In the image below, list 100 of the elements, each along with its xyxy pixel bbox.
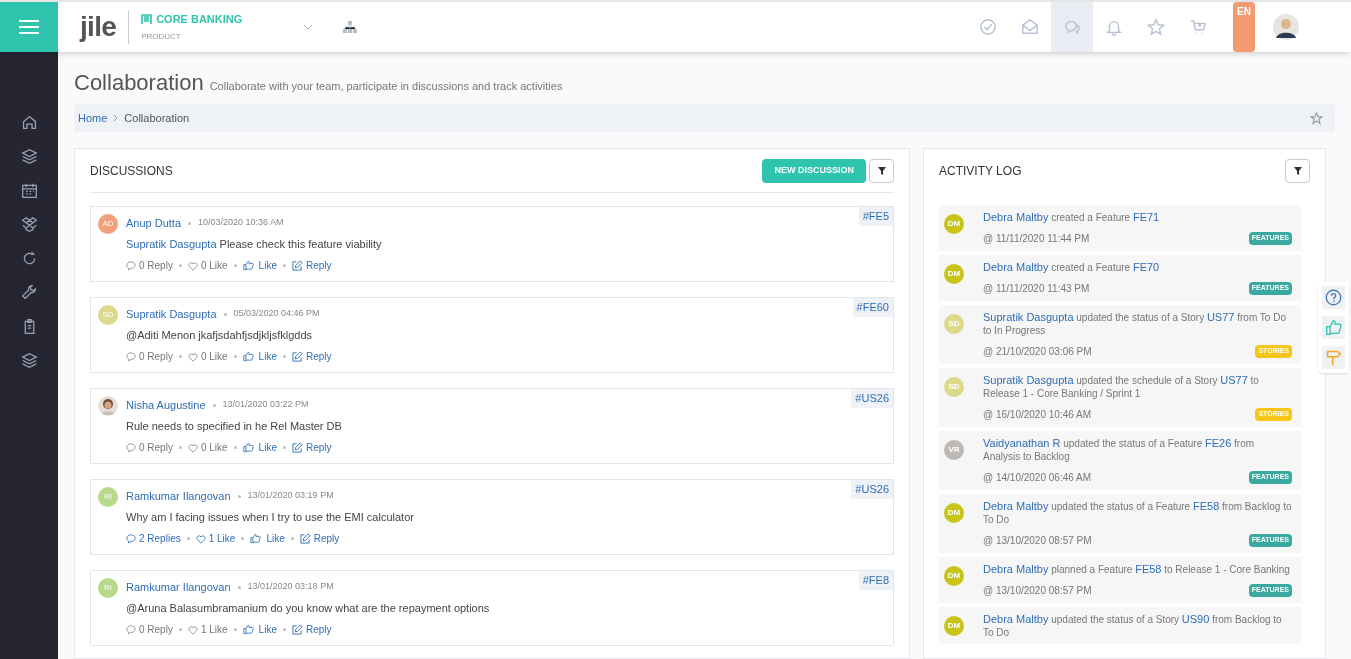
- filter-button[interactable]: [1285, 159, 1310, 183]
- replies-count[interactable]: 0 Reply: [126, 258, 173, 273]
- activity-text: Debra Maltby created a Feature FE70: [983, 261, 1161, 274]
- user-link[interactable]: Vaidyanathan R: [983, 437, 1061, 449]
- wrench-icon: [20, 283, 38, 301]
- avatar: DM: [944, 616, 964, 636]
- like-link[interactable]: Like: [242, 349, 277, 364]
- speech-bubble-icon: [126, 624, 136, 635]
- user-link[interactable]: Debra Maltby: [983, 563, 1049, 575]
- user-link[interactable]: Debra Maltby: [983, 211, 1049, 223]
- breadcrumb-current: Collaboration: [124, 110, 190, 126]
- timestamp: @ 16/10/2020 10:46 AM: [983, 408, 1091, 422]
- help-button[interactable]: [1322, 286, 1345, 309]
- message-text: @Aditi Menon jkafjsdahfjsdjkljsfklgdds: [126, 328, 314, 343]
- likes-count[interactable]: 0 Like: [187, 258, 228, 273]
- item-link[interactable]: US90: [1181, 613, 1210, 625]
- message-text: Rule needs to specified in he Rel Master DB: [126, 419, 342, 434]
- user-link[interactable]: Debra Maltby: [983, 613, 1049, 625]
- avatar: DM: [944, 566, 964, 586]
- item-link[interactable]: US77: [1220, 374, 1248, 386]
- item-link[interactable]: FE26: [1205, 437, 1232, 449]
- activity-text: Debra Maltby planned a Feature FE58 to Release 1 - Core Banking: [983, 563, 1291, 576]
- like-link[interactable]: Like: [242, 440, 277, 455]
- avatar: DM: [944, 264, 964, 284]
- item-link[interactable]: US77: [1206, 311, 1235, 323]
- author-link[interactable]: Ramkumar Ilangovan: [126, 578, 231, 596]
- check-circle-icon: [979, 18, 998, 36]
- tag-link[interactable]: #FE5: [858, 207, 893, 226]
- speech-bubble-icon: [126, 533, 136, 544]
- edit-icon: [291, 442, 303, 453]
- reply-link[interactable]: Reply: [291, 258, 332, 273]
- filter-button[interactable]: [869, 158, 894, 183]
- replies-count[interactable]: 0 Reply: [126, 440, 173, 455]
- tag-link[interactable]: #US26: [851, 389, 893, 408]
- timestamp: 05/03/2020 04:46 PM: [233, 307, 320, 321]
- like-link[interactable]: Like: [250, 531, 285, 546]
- author-link[interactable]: Supratik Dasgupta: [126, 305, 217, 323]
- like-link[interactable]: Like: [242, 622, 277, 637]
- user-link[interactable]: Supratik Dasgupta: [983, 311, 1074, 323]
- chat-icon: [1063, 18, 1082, 36]
- like-link[interactable]: Like: [242, 258, 277, 273]
- reply-link[interactable]: Reply: [291, 349, 332, 364]
- replies-count[interactable]: 0 Reply: [126, 349, 173, 364]
- reply-link[interactable]: Reply: [291, 622, 332, 637]
- hierarchy-icon[interactable]: [343, 21, 358, 33]
- avatar: SD: [944, 314, 964, 334]
- reply-link[interactable]: Reply: [291, 440, 332, 455]
- sidebar-item[interactable]: [19, 282, 39, 302]
- timestamp: @ 21/10/2020 03:06 PM: [983, 345, 1092, 359]
- envelope-icon: [1021, 18, 1040, 36]
- breadcrumb-link[interactable]: Home: [78, 109, 108, 127]
- heart-icon: [187, 260, 198, 271]
- item-link[interactable]: FE58: [1192, 500, 1220, 512]
- star-icon[interactable]: [1310, 111, 1323, 125]
- sidebar-item[interactable]: [19, 146, 39, 166]
- sidebar-item[interactable]: [19, 350, 39, 370]
- avatar: AD: [98, 214, 118, 234]
- likes-count[interactable]: 1 Like: [187, 622, 228, 637]
- item-link[interactable]: FE70: [1132, 261, 1160, 273]
- timestamp: 13/01/2020 03:22 PM: [222, 398, 309, 412]
- author-link[interactable]: Ramkumar Ilangovan: [126, 487, 231, 505]
- edit-icon: [291, 351, 303, 362]
- thumbs-up-icon: [250, 533, 262, 544]
- bell-icon: [1105, 18, 1124, 36]
- heart-icon: [187, 442, 198, 453]
- tag-link[interactable]: #US26: [851, 480, 893, 499]
- timestamp: 13/01/2020 03:18 PM: [247, 580, 334, 594]
- user-link[interactable]: Debra Maltby: [983, 261, 1049, 273]
- user-link[interactable]: Supratik Dasgupta: [983, 374, 1074, 386]
- thumbs-up-icon: [1325, 319, 1342, 336]
- logo[interactable]: jile: [80, 6, 117, 48]
- thumbs-up-icon: [242, 260, 254, 271]
- help-icon: [1325, 289, 1342, 306]
- likes-count[interactable]: 0 Like: [187, 349, 228, 364]
- likes-count[interactable]: 1 Like: [195, 531, 236, 546]
- timestamp: 13/01/2020 03:19 PM: [247, 489, 334, 503]
- timestamp: @ 13/10/2020 08:57 PM: [983, 534, 1092, 548]
- replies-count[interactable]: 2 Replies: [126, 531, 181, 546]
- avatar: VR: [944, 440, 964, 460]
- tag-link[interactable]: #FE8: [858, 571, 893, 590]
- filter-icon: [1293, 167, 1302, 175]
- item-link[interactable]: FE71: [1132, 211, 1160, 223]
- reply-link[interactable]: Reply: [299, 531, 340, 546]
- author-link[interactable]: Nisha Augustine: [126, 396, 206, 414]
- timestamp: @ 13/10/2020 08:57 PM: [983, 584, 1092, 598]
- item-link[interactable]: FE58: [1135, 563, 1162, 575]
- sidebar-item[interactable]: [19, 214, 39, 234]
- avatar: RI: [98, 487, 118, 507]
- tag-link[interactable]: #FE60: [852, 298, 893, 317]
- mention-link[interactable]: Supratik Dasgupta: [126, 238, 217, 250]
- activity-text: Vaidyanathan R updated the status of a Feature FE26 from Analysis to Backlog: [983, 437, 1256, 463]
- product-label: PRODUCT: [141, 31, 182, 44]
- user-avatar[interactable]: [1273, 14, 1299, 40]
- user-link[interactable]: Debra Maltby: [983, 500, 1049, 512]
- author-link[interactable]: Anup Dutta: [126, 214, 182, 232]
- likes-count[interactable]: 0 Like: [187, 440, 228, 455]
- activity-text: Supratik Dasgupta updated the schedule of a Story US77 to Release 1 - Core Banking / Sprint 1: [983, 374, 1260, 400]
- replies-count[interactable]: 0 Reply: [126, 622, 173, 637]
- activity-text: Debra Maltby updated the status of a Feature FE58 from Backlog to To Do: [983, 500, 1292, 526]
- timestamp: 10/03/2020 10:36 AM: [198, 216, 284, 230]
